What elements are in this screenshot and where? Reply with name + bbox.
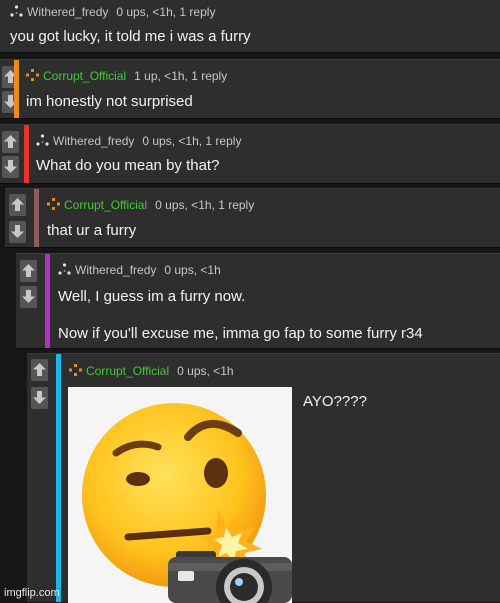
thread-stripe	[14, 60, 19, 118]
username-link[interactable]: Corrupt_Official	[43, 69, 126, 83]
comment-meta: 0 ups, <1h, 1 reply	[116, 5, 216, 19]
thread-stripe	[45, 254, 50, 348]
comment-text: that ur a furry	[47, 222, 137, 239]
upvote-button[interactable]	[20, 260, 37, 282]
downvote-button[interactable]	[31, 387, 48, 409]
upvote-button[interactable]	[9, 194, 26, 216]
downvote-button[interactable]	[20, 286, 37, 308]
thread-stripe	[34, 189, 39, 247]
comment-text: What do you mean by that?	[36, 157, 220, 174]
comment-meta: 0 ups, <1h	[177, 364, 234, 378]
thinking-face-with-camera-emoji	[82, 403, 292, 603]
arrow-down-icon	[4, 160, 17, 173]
comment-4: Corrupt_Official 0 ups, <1h, 1 reply that…	[5, 188, 500, 248]
dots-diamond-icon	[26, 69, 39, 81]
comment-text: you got lucky, it told me i was a furry	[10, 28, 251, 45]
upvote-button[interactable]	[2, 131, 19, 153]
comment-5: Withered_fredy 0 ups, <1h Well, I guess i…	[16, 253, 500, 349]
dots-diamond-icon	[47, 198, 60, 210]
comment-meta: 0 ups, <1h, 1 reply	[142, 134, 242, 148]
comment-header: Withered_fredy 0 ups, <1h, 1 reply	[10, 5, 215, 19]
arrow-down-icon	[11, 225, 24, 238]
comment-2: Corrupt_Official 1 up, <1h, 1 reply im ho…	[0, 59, 500, 119]
downvote-button[interactable]	[2, 156, 19, 178]
dots-triangle-icon	[10, 5, 23, 17]
username-link[interactable]: Corrupt_Official	[86, 364, 169, 378]
thread-stripe	[24, 125, 29, 183]
username-link[interactable]: Withered_fredy	[53, 134, 134, 148]
comment-header: Corrupt_Official 0 ups, <1h, 1 reply	[47, 198, 254, 212]
username-link[interactable]: Corrupt_Official	[64, 198, 147, 212]
arrow-up-icon	[22, 264, 35, 277]
comment-meta: 0 ups, <1h	[164, 263, 221, 277]
upvote-button[interactable]	[31, 359, 48, 381]
downvote-button[interactable]	[9, 221, 26, 243]
thread-stripe	[56, 354, 61, 602]
comment-text-line-2: Now if you'll excuse me, imma go fap to …	[58, 325, 423, 342]
arrow-up-icon	[11, 198, 24, 211]
comment-header: Withered_fredy 0 ups, <1h, 1 reply	[36, 134, 241, 148]
comment-image[interactable]	[68, 387, 292, 603]
comment-header: Withered_fredy 0 ups, <1h	[58, 263, 221, 277]
arrow-down-icon	[22, 290, 35, 303]
comment-text-line-1: Well, I guess im a furry now.	[58, 288, 246, 305]
comment-header: Corrupt_Official 0 ups, <1h	[69, 364, 234, 378]
comment-meta: 1 up, <1h, 1 reply	[134, 69, 228, 83]
dots-triangle-icon	[58, 263, 71, 275]
comment-1: Withered_fredy 0 ups, <1h, 1 reply you go…	[0, 0, 500, 53]
comment-text: AYO????	[303, 393, 367, 410]
arrow-down-icon	[33, 391, 46, 404]
comment-text: im honestly not surprised	[26, 93, 193, 110]
username-link[interactable]: Withered_fredy	[75, 263, 156, 277]
arrow-up-icon	[33, 363, 46, 376]
dots-triangle-icon	[36, 134, 49, 146]
arrow-up-icon	[4, 135, 17, 148]
watermark: imgflip.com	[4, 587, 60, 599]
username-link[interactable]: Withered_fredy	[27, 5, 108, 19]
comment-3: Withered_fredy 0 ups, <1h, 1 reply What d…	[0, 124, 500, 184]
comment-6: Corrupt_Official 0 ups, <1h AYO????	[27, 353, 500, 603]
comment-meta: 0 ups, <1h, 1 reply	[155, 198, 255, 212]
dots-diamond-icon	[69, 364, 82, 376]
comment-header: Corrupt_Official 1 up, <1h, 1 reply	[26, 69, 227, 83]
